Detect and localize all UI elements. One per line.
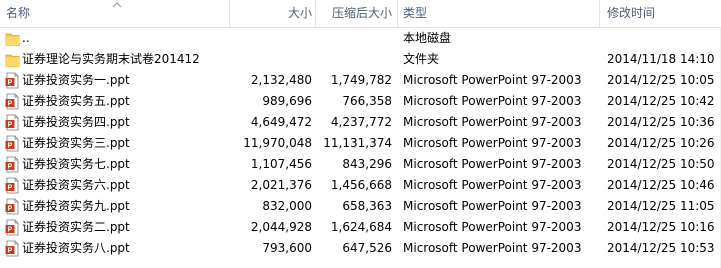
file-type: Microsoft PowerPoint 97-2003 ... [403, 199, 583, 213]
compressed-size: 647,526 [342, 241, 392, 255]
svg-text:P: P [8, 101, 13, 108]
file-size [232, 49, 312, 70]
compressed-size [314, 49, 392, 70]
compressed-size [314, 28, 392, 49]
column-header-name[interactable]: 名称 [6, 0, 226, 27]
compressed-size: 4,237,772 [330, 115, 392, 129]
file-list-view: 名称 大小 压缩后大小 类型 修改时间 .. 本地磁盘证券理论与实务期末试卷201… [0, 0, 721, 268]
file-size: 832,000 [262, 199, 312, 213]
modified-time: 2014/12/25 10:53 [607, 241, 715, 255]
compressed-size: 766,358 [342, 94, 392, 108]
modified-time: 2014/12/25 10:16 [607, 220, 715, 234]
folder-row[interactable]: .. 本地磁盘 [0, 28, 721, 49]
file-type: 本地磁盘 [403, 31, 452, 45]
compressed-size: 1,749,782 [330, 73, 392, 87]
ppt-file-icon: P [5, 177, 20, 194]
file-row[interactable]: P 证券投资实务七.ppt 1,107,456 843,296 Microsoft Po… [0, 154, 721, 175]
ppt-file-icon: P [5, 219, 20, 236]
column-divider[interactable] [599, 0, 600, 27]
file-size: 2,132,480 [250, 73, 312, 87]
file-size: 2,021,376 [250, 178, 312, 192]
file-name: 证券投资实务三.ppt [22, 136, 130, 150]
file-type: Microsoft PowerPoint 97-2003 ... [403, 136, 583, 150]
ppt-file-icon: P [5, 114, 20, 131]
file-row[interactable]: P 证券投资实务二.ppt 2,044,928 1,624,684 Microsoft … [0, 217, 721, 238]
column-header-modified[interactable]: 修改时间 [607, 0, 717, 27]
file-name: 证券投资实务五.ppt [22, 94, 130, 108]
compressed-size: 1,624,684 [330, 220, 392, 234]
file-type: Microsoft PowerPoint 97-2003 ... [403, 73, 583, 87]
file-type: Microsoft PowerPoint 97-2003 ... [403, 115, 583, 129]
file-size: 1,107,456 [250, 157, 312, 171]
file-name: 证券投资实务一.ppt [22, 73, 130, 87]
file-type: Microsoft PowerPoint 97-2003 ... [403, 178, 583, 192]
file-name: 证券投资实务八.ppt [22, 241, 130, 255]
modified-time: 2014/12/25 10:46 [607, 178, 715, 192]
file-type: Microsoft PowerPoint 97-2003 ... [403, 157, 583, 171]
svg-text:P: P [8, 185, 13, 192]
file-name: 证券投资实务九.ppt [22, 199, 130, 213]
svg-text:P: P [8, 164, 13, 171]
column-header-type[interactable]: 类型 [403, 0, 593, 27]
compressed-size: 658,363 [342, 199, 392, 213]
svg-text:P: P [8, 143, 13, 150]
column-divider[interactable] [229, 0, 230, 27]
column-header-compressed-size[interactable]: 压缩后大小 [316, 0, 392, 27]
file-type: Microsoft PowerPoint 97-2003 ... [403, 220, 583, 234]
file-row[interactable]: P 证券投资实务三.ppt 11,970,048 11,131,374 Microsof… [0, 133, 721, 154]
file-type: Microsoft PowerPoint 97-2003 ... [403, 241, 583, 255]
file-name: 证券投资实务二.ppt [22, 220, 130, 234]
modified-time: 2014/11/18 14:10 [607, 52, 715, 66]
file-name: .. [22, 31, 30, 45]
file-type: Microsoft PowerPoint 97-2003 ... [403, 94, 583, 108]
file-name: 证券理论与实务期末试卷201412 [22, 52, 200, 66]
folder-icon [5, 51, 20, 68]
svg-text:P: P [8, 248, 13, 255]
column-header-bar: 名称 大小 压缩后大小 类型 修改时间 [0, 0, 721, 28]
file-size: 4,649,472 [250, 115, 312, 129]
file-size: 11,970,048 [243, 136, 312, 150]
column-divider[interactable] [397, 0, 398, 27]
file-row[interactable]: P 证券投资实务一.ppt 2,132,480 1,749,782 Microsoft … [0, 70, 721, 91]
ppt-file-icon: P [5, 93, 20, 110]
svg-text:P: P [8, 122, 13, 129]
modified-time: 2014/12/25 10:36 [607, 115, 715, 129]
compressed-size: 1,456,668 [330, 178, 392, 192]
compressed-size: 843,296 [342, 157, 392, 171]
file-size: 2,044,928 [250, 220, 312, 234]
modified-time: 2014/12/25 10:05 [607, 73, 715, 87]
svg-text:P: P [8, 227, 13, 234]
file-name: 证券投资实务四.ppt [22, 115, 130, 129]
file-row[interactable]: P 证券投资实务六.ppt 2,021,376 1,456,668 Microsoft … [0, 175, 721, 196]
svg-text:P: P [8, 80, 13, 87]
ppt-file-icon: P [5, 72, 20, 89]
folder-icon [5, 30, 20, 47]
ppt-file-icon: P [5, 135, 20, 152]
modified-time: 2014/12/25 10:26 [607, 136, 715, 150]
file-row[interactable]: P 证券投资实务九.ppt 832,000 658,363 Microsoft Powe… [0, 196, 721, 217]
file-size: 989,696 [262, 94, 312, 108]
file-name: 证券投资实务七.ppt [22, 157, 130, 171]
column-header-size[interactable]: 大小 [232, 0, 312, 27]
svg-text:P: P [8, 206, 13, 213]
ppt-file-icon: P [5, 156, 20, 173]
file-row[interactable]: P 证券投资实务八.ppt 793,600 647,526 Microsoft Powe… [0, 238, 721, 259]
modified-time: 2014/12/25 10:42 [607, 94, 715, 108]
compressed-size: 11,131,374 [323, 136, 392, 150]
file-type: 文件夹 [403, 52, 440, 66]
file-name: 证券投资实务六.ppt [22, 178, 130, 192]
folder-row[interactable]: 证券理论与实务期末试卷201412 文件夹 2014/11/18 14:10 [0, 49, 721, 70]
ppt-file-icon: P [5, 198, 20, 215]
modified-time: 2014/12/25 10:50 [607, 157, 715, 171]
file-row[interactable]: P 证券投资实务四.ppt 4,649,472 4,237,772 Microsoft … [0, 112, 721, 133]
file-size: 793,600 [262, 241, 312, 255]
file-row[interactable]: P 证券投资实务五.ppt 989,696 766,358 Microsoft Powe… [0, 91, 721, 112]
modified-time: 2014/12/25 11:05 [607, 199, 715, 213]
file-size [232, 28, 312, 49]
ppt-file-icon: P [5, 240, 20, 257]
modified-time [607, 28, 721, 49]
